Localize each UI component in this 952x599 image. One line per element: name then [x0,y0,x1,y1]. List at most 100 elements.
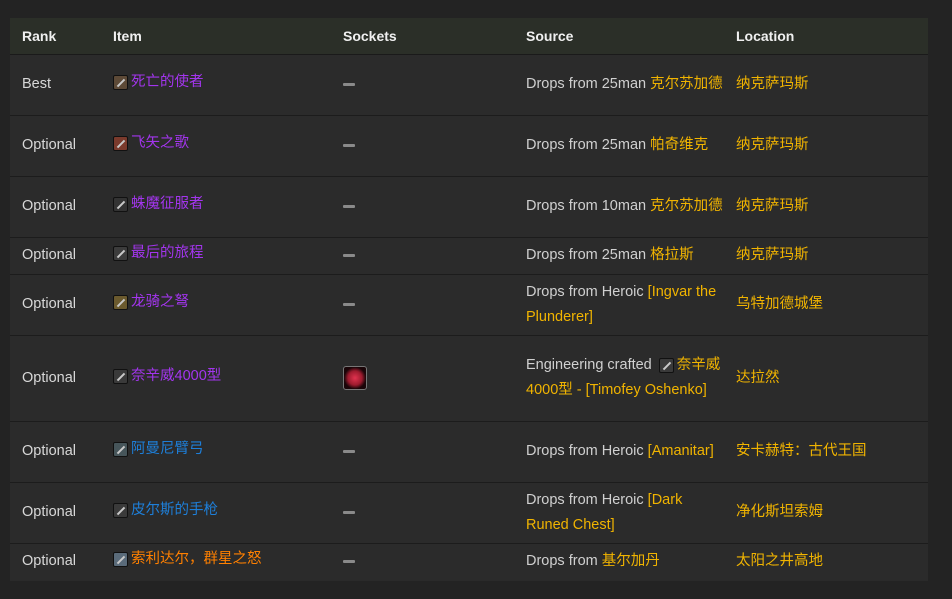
item-link[interactable]: 阿曼尼臂弓 [131,437,204,462]
table-row: Optional 龙骑之弩 Drops from Heroic [Ingvar … [10,273,928,335]
sockets-cell [331,542,514,580]
source-link[interactable]: [Amanitar] [648,443,714,459]
table-row: Optional 蛛魔征服者 Drops from 10man 克尔苏加德 纳克… [10,175,928,237]
source-text: Drops from Heroic [526,443,648,459]
crossbow-icon[interactable] [113,442,128,457]
item-link[interactable]: 蛛魔征服者 [131,192,204,217]
gun-icon[interactable] [113,197,128,212]
sockets-cell [331,481,514,543]
source-link[interactable]: 帕奇维克 [650,137,708,153]
item-cell: 死亡的使者 [101,53,331,115]
location-link[interactable]: 纳克萨玛斯 [724,175,928,237]
sockets-cell [331,420,514,482]
item-link[interactable]: 死亡的使者 [131,70,204,95]
sockets-cell [331,273,514,335]
header-source[interactable]: Source [514,18,724,55]
sockets-cell [331,175,514,237]
source-text: Drops from 25man [526,76,651,92]
source-text: Drops from Heroic [526,491,648,508]
source-text: Drops from 25man [526,137,651,153]
source-cell: Drops from 10man 克尔苏加德 [514,175,724,237]
no-socket-dash [343,204,355,208]
table-row: Best 死亡的使者 Drops from 25man 克尔苏加德 纳克萨玛斯 [10,53,928,115]
source-cell: Drops from 基尔加丹 [514,542,724,580]
bow-icon[interactable] [113,136,128,151]
location-link[interactable]: 纳克萨玛斯 [724,236,928,274]
rank-cell: Optional [10,175,101,237]
source-cell: Drops from Heroic [Ingvar the Plunderer] [514,273,724,335]
location-link[interactable]: 安卡赫特：古代王国 [724,420,928,482]
crossbow-icon[interactable] [113,295,128,310]
gun-icon[interactable] [113,368,128,384]
rank-cell: Best [10,53,101,115]
no-socket-dash [343,510,355,514]
item-link[interactable]: 索利达尔，群星之怒 [131,547,262,572]
item-cell: 索利达尔，群星之怒 [101,542,331,580]
sockets-cell [331,53,514,115]
item-link[interactable]: 奈辛威4000型 [131,364,221,389]
location-link[interactable]: 太阳之井高地 [724,542,928,580]
source-text: Drops from 10man [526,198,651,214]
table-row: Optional 奈辛威4000型 Engineering crafted 奈辛… [10,334,928,421]
bow-icon[interactable] [113,552,128,568]
item-cell: 最后的旅程 [101,236,331,274]
location-link[interactable]: 达拉然 [724,334,928,421]
no-socket-dash [343,82,355,86]
source-cell: Engineering crafted 奈辛威4000型 - [Timofey … [514,334,724,421]
bow-icon[interactable] [113,246,128,261]
item-link[interactable]: 飞矢之歌 [131,131,189,156]
source-text: Drops from [526,553,602,570]
no-socket-dash [343,253,355,257]
location-link[interactable]: 纳克萨玛斯 [724,114,928,176]
item-link[interactable]: 龙骑之弩 [131,290,189,315]
table-row: Optional 阿曼尼臂弓 Drops from Heroic [Amanit… [10,420,928,482]
header-location[interactable]: Location [724,18,928,55]
item-cell: 蛛魔征服者 [101,175,331,237]
sockets-cell [331,114,514,176]
source-cell: Drops from 25man 克尔苏加德 [514,53,724,115]
loot-table: Rank Item Sockets Source Location Best 死… [10,18,928,580]
table-row: Optional 最后的旅程 Drops from 25man 格拉斯 纳克萨玛… [10,236,928,274]
location-link[interactable]: 净化斯坦索姆 [724,481,928,543]
header-rank[interactable]: Rank [10,18,101,55]
source-cell: Drops from 25man 格拉斯 [514,236,724,274]
source-link[interactable]: 克尔苏加德 [650,198,723,214]
gun-icon[interactable] [113,503,128,518]
sockets-cell [331,236,514,274]
bow-icon[interactable] [113,75,128,90]
gun-icon[interactable] [658,357,674,373]
source-link[interactable]: 基尔加丹 [602,553,660,569]
red-socket-icon[interactable] [343,365,367,390]
rank-cell: Optional [10,542,101,580]
rank-cell: Optional [10,273,101,335]
table-row: Optional 皮尔斯的手枪 Drops from Heroic [Dark … [10,481,928,543]
source-text: Drops from 25man [526,247,651,263]
rank-cell: Optional [10,236,101,274]
item-cell: 龙骑之弩 [101,273,331,335]
no-socket-dash [343,143,355,147]
item-cell: 奈辛威4000型 [101,334,331,421]
item-link[interactable]: 皮尔斯的手枪 [131,498,218,523]
table-header-row: Rank Item Sockets Source Location [10,18,928,55]
sockets-cell [331,334,514,421]
location-link[interactable]: 乌特加德城堡 [724,273,928,335]
source-cell: Drops from 25man 帕奇维克 [514,114,724,176]
rank-cell: Optional [10,114,101,176]
header-sockets[interactable]: Sockets [331,18,514,55]
no-socket-dash [343,302,355,306]
item-cell: 飞矢之歌 [101,114,331,176]
table-row: Optional 飞矢之歌 Drops from 25man 帕奇维克 纳克萨玛… [10,114,928,176]
source-link[interactable]: 克尔苏加德 [650,76,723,92]
source-text: Engineering crafted [526,357,656,373]
source-link[interactable]: 格拉斯 [650,247,694,263]
source-cell: Drops from Heroic [Dark Runed Chest] [514,481,724,543]
no-socket-dash [343,559,355,563]
item-cell: 阿曼尼臂弓 [101,420,331,482]
header-item[interactable]: Item [101,18,331,55]
item-link[interactable]: 最后的旅程 [131,241,204,266]
source-cell: Drops from Heroic [Amanitar] [514,420,724,482]
source-text: Drops from Heroic [526,283,648,300]
location-link[interactable]: 纳克萨玛斯 [724,53,928,115]
rank-cell: Optional [10,334,101,421]
item-cell: 皮尔斯的手枪 [101,481,331,543]
